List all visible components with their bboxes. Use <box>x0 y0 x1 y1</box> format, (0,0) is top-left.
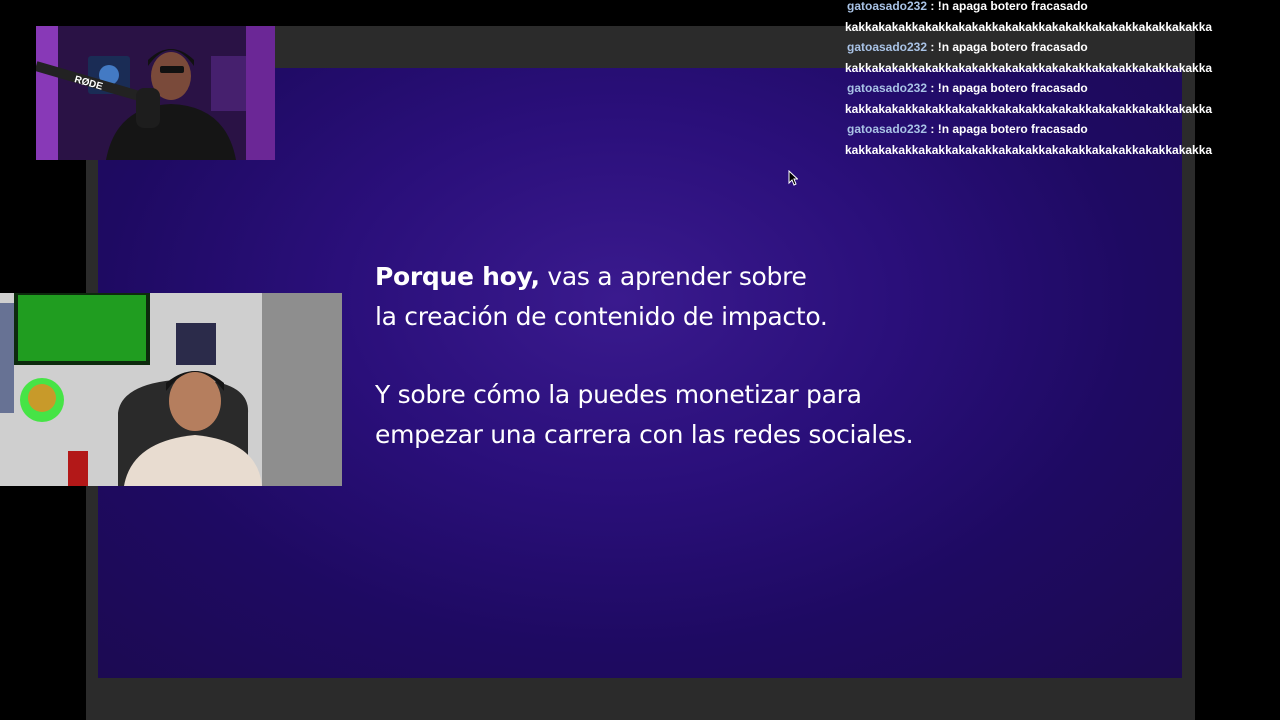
chat-separator: : <box>927 122 938 136</box>
slide-headline-rest: vas a aprender sobre <box>539 262 807 291</box>
chat-separator: : <box>927 40 938 54</box>
chat-username: gatoasado232 <box>847 122 928 136</box>
chat-message-continuation: kakkakakakkakakkakakakkakakakkakakakkaka… <box>845 101 1213 116</box>
chat-message-continuation: kakkakakakkakakkakakakkakakakkakakakkaka… <box>845 60 1213 75</box>
chat-username: gatoasado232 <box>847 81 928 95</box>
mouse-cursor-icon <box>788 170 798 186</box>
chat-text: !n apaga botero fracasado <box>937 40 1088 54</box>
chat-overlay: gatoasado232 : !n apaga botero fracasado… <box>845 0 1215 160</box>
chat-text: !n apaga botero fracasado <box>937 0 1088 13</box>
chat-message: gatoasado232 : !n apaga botero fracasado <box>845 0 1215 17</box>
chat-message: gatoasado232 : !n apaga botero fracasado <box>845 78 1215 99</box>
guest-webcam-image <box>0 293 342 486</box>
chat-username: gatoasado232 <box>847 40 928 54</box>
chat-message: gatoasado232 : !n apaga botero fracasado <box>845 119 1215 140</box>
chat-separator: : <box>927 81 938 95</box>
chat-text: !n apaga botero fracasado <box>937 81 1088 95</box>
chat-username: gatoasado232 <box>847 0 928 13</box>
streamer-webcam-image <box>36 26 275 160</box>
chat-text: !n apaga botero fracasado <box>937 122 1088 136</box>
chat-message: gatoasado232 : !n apaga botero fracasado <box>845 37 1215 58</box>
webcam-overlay-top: RØDE <box>36 26 275 160</box>
chat-separator: : <box>927 0 938 13</box>
webcam-overlay-bottom <box>0 293 342 486</box>
slide-headline-bold: Porque hoy, <box>375 262 540 291</box>
slide-text: Porque hoy, vas a aprender sobre la crea… <box>375 257 935 454</box>
slide-line-2: la creación de contenido de impacto. <box>375 301 828 331</box>
slide-paragraph-2: Y sobre cómo la puedes monetizar para em… <box>375 380 914 449</box>
chat-message-continuation: kakkakakakkakakkakakakkakakakkakakakkaka… <box>845 19 1213 34</box>
chat-message-continuation: kakkakakakkakakkakakakkakakakkakakakkaka… <box>845 142 1213 157</box>
